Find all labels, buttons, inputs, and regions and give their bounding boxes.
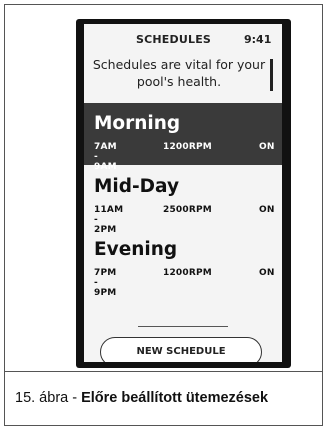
schedule-item-morning[interactable]: Morning 7AM - 9AM 1200RPM ON — [84, 103, 282, 172]
schedule-item-evening[interactable]: Evening 7PM - 9PM 1200RPM ON — [84, 229, 282, 298]
schedule-name: Morning — [94, 113, 181, 134]
status-bar: SCHEDULES 9:41 — [84, 24, 282, 54]
schedule-state: ON — [259, 268, 275, 278]
intro-text: Schedules are vital for your pool's heal… — [92, 57, 266, 89]
device-screen: SCHEDULES 9:41 Schedules are vital for y… — [84, 24, 282, 362]
schedule-rpm: 1200RPM — [163, 268, 212, 278]
figure-frame: SCHEDULES 9:41 Schedules are vital for y… — [4, 4, 323, 372]
schedule-time: 7PM - 9PM — [94, 268, 117, 298]
caption-title: Előre beállított ütemezések — [81, 390, 269, 406]
schedule-name: Mid-Day — [94, 176, 180, 197]
schedule-state: ON — [259, 142, 275, 152]
screen-title: SCHEDULES — [136, 33, 212, 46]
scrollbar[interactable] — [270, 59, 273, 91]
list-divider — [138, 326, 228, 327]
schedule-rpm: 1200RPM — [163, 142, 212, 152]
new-schedule-button[interactable]: NEW SCHEDULE — [100, 337, 262, 362]
schedule-item-mid-day[interactable]: Mid-Day 11AM - 2PM 2500RPM ON — [84, 166, 282, 235]
schedule-rpm: 2500RPM — [163, 205, 212, 215]
schedule-state: ON — [259, 205, 275, 215]
device-bezel: SCHEDULES 9:41 Schedules are vital for y… — [76, 19, 291, 368]
figure-caption: 15. ábra - Előre beállított ütemezések — [4, 371, 323, 426]
schedule-name: Evening — [94, 239, 178, 260]
caption-prefix: 15. ábra - — [15, 390, 82, 406]
status-time: 9:41 — [244, 33, 272, 46]
